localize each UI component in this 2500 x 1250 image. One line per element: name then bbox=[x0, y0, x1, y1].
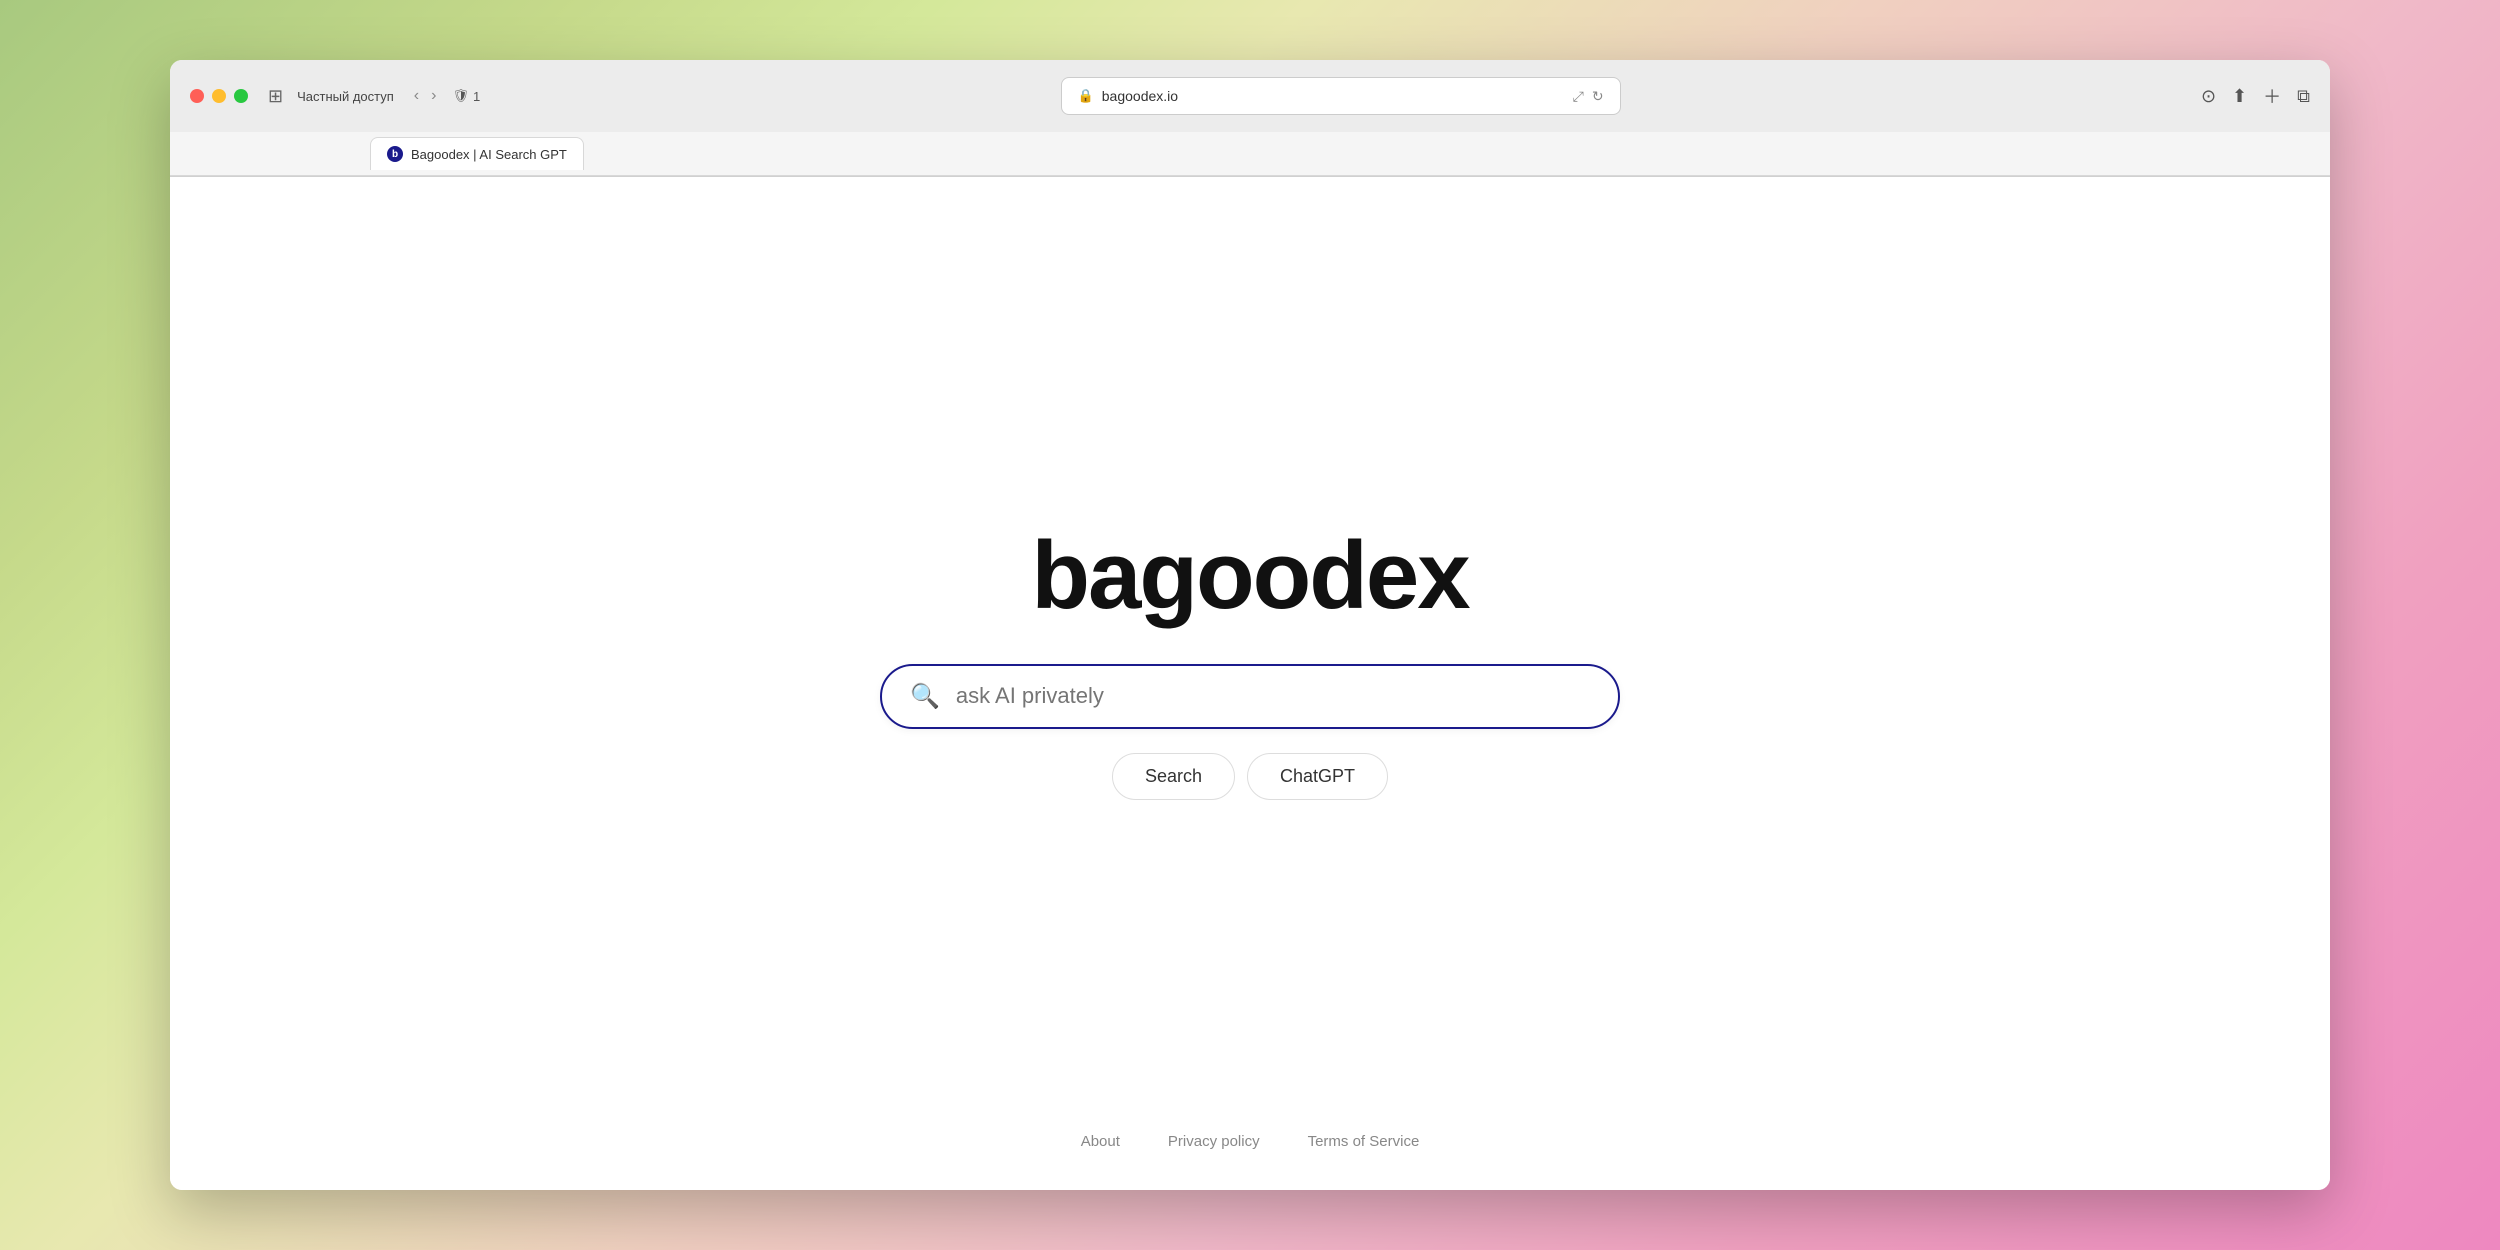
reload-icon[interactable]: ↻ bbox=[1592, 88, 1604, 105]
search-box-wrapper: 🔍 Search ChatGPT bbox=[880, 664, 1620, 800]
tabs-icon[interactable]: ⧉ bbox=[2297, 86, 2310, 107]
nav-arrows: ‹ › bbox=[410, 85, 441, 107]
search-icon: 🔍 bbox=[910, 682, 940, 711]
search-input[interactable] bbox=[956, 683, 1590, 709]
main-area: bagoodex 🔍 Search ChatGPT bbox=[880, 528, 1620, 800]
search-input-container[interactable]: 🔍 bbox=[880, 664, 1620, 729]
shield-icon: 🛡 bbox=[452, 88, 469, 104]
translate-icon[interactable]: ⤢ bbox=[1573, 88, 1584, 105]
page-content: bagoodex 🔍 Search ChatGPT About Privacy … bbox=[170, 177, 2330, 1190]
footer: About Privacy policy Terms of Service bbox=[1081, 1133, 1420, 1150]
lock-icon: 🔒 bbox=[1078, 88, 1094, 104]
sidebar-icon[interactable]: ⊞ bbox=[268, 86, 283, 107]
address-bar[interactable]: 🔒 bagoodex.io ⤢ ↻ bbox=[1061, 77, 1621, 115]
fullscreen-button[interactable] bbox=[234, 89, 248, 103]
about-link[interactable]: About bbox=[1081, 1133, 1120, 1150]
chatgpt-button[interactable]: ChatGPT bbox=[1247, 753, 1388, 800]
active-tab[interactable]: b Bagoodex | AI Search GPT bbox=[370, 137, 584, 170]
site-logo: bagoodex bbox=[1031, 528, 1468, 624]
tab-title: Bagoodex | AI Search GPT bbox=[411, 147, 567, 162]
forward-button[interactable]: › bbox=[427, 85, 440, 107]
browser-window: ⊞ Частный доступ ‹ › 🛡 1 🔒 bagoodex.io ⤢… bbox=[170, 60, 2330, 1190]
close-button[interactable] bbox=[190, 89, 204, 103]
share-icon[interactable]: ⬆ bbox=[2232, 86, 2247, 107]
tab-bar: b Bagoodex | AI Search GPT bbox=[170, 132, 2330, 176]
tos-link[interactable]: Terms of Service bbox=[1308, 1133, 1420, 1150]
download-icon[interactable]: ⊙ bbox=[2201, 86, 2216, 107]
new-tab-icon[interactable]: ＋ bbox=[2263, 83, 2281, 109]
browser-titlebar: ⊞ Частный доступ ‹ › 🛡 1 🔒 bagoodex.io ⤢… bbox=[170, 60, 2330, 132]
address-right-icons: ⤢ ↻ bbox=[1573, 88, 1604, 105]
search-button[interactable]: Search bbox=[1112, 753, 1235, 800]
minimize-button[interactable] bbox=[212, 89, 226, 103]
private-label: Частный доступ bbox=[297, 89, 394, 104]
search-buttons: Search ChatGPT bbox=[1112, 753, 1388, 800]
privacy-link[interactable]: Privacy policy bbox=[1168, 1133, 1260, 1150]
address-bar-container: 🔒 bagoodex.io ⤢ ↻ bbox=[492, 77, 2189, 115]
back-button[interactable]: ‹ bbox=[410, 85, 423, 107]
shield-badge: 🛡 1 bbox=[452, 88, 480, 104]
shield-count: 1 bbox=[473, 89, 480, 104]
traffic-lights bbox=[190, 89, 248, 103]
browser-actions: ⊙ ⬆ ＋ ⧉ bbox=[2201, 83, 2310, 109]
tab-favicon: b bbox=[387, 146, 403, 162]
address-text: bagoodex.io bbox=[1102, 88, 1178, 104]
browser-chrome: ⊞ Частный доступ ‹ › 🛡 1 🔒 bagoodex.io ⤢… bbox=[170, 60, 2330, 177]
